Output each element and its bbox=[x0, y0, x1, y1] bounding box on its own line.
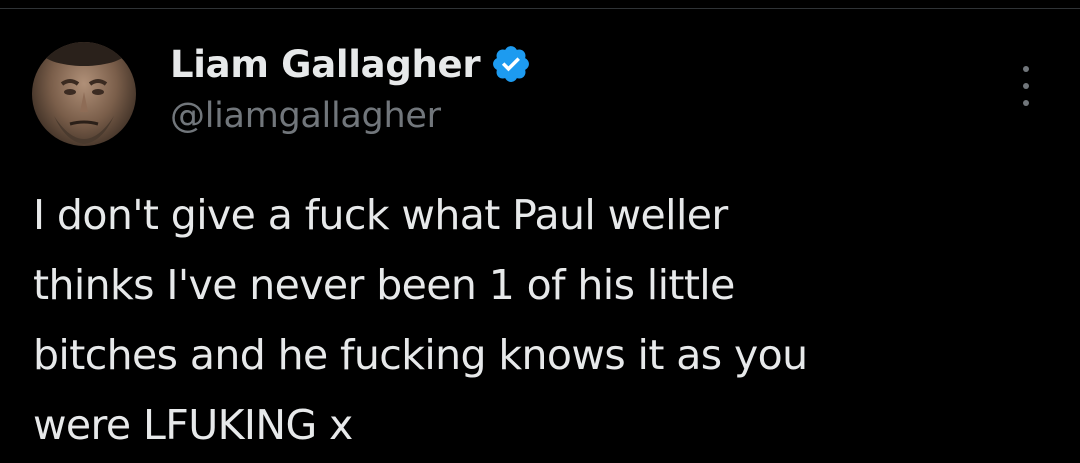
more-dot-icon bbox=[1023, 83, 1029, 89]
more-options-button[interactable] bbox=[1012, 66, 1040, 106]
tweet-text-line: I don't give a fuck what Paul weller bbox=[33, 191, 728, 239]
top-divider bbox=[0, 0, 1080, 9]
more-dot-icon bbox=[1023, 66, 1029, 72]
author-display-name[interactable]: Liam Gallagher bbox=[170, 43, 481, 86]
tweet-text: I don't give a fuck what Paul weller thi… bbox=[33, 180, 1043, 460]
author-handle[interactable]: @liamgallagher bbox=[170, 96, 532, 136]
tweet-text-line: were LFUKING x bbox=[33, 401, 353, 449]
tweet-text-line: thinks I've never been 1 of his little bbox=[33, 261, 735, 309]
tweet[interactable]: Liam Gallagher @liamgallagher I don't gi… bbox=[0, 10, 1080, 463]
name-row: Liam Gallagher bbox=[170, 38, 532, 90]
tweet-text-line: bitches and he fucking knows it as you bbox=[33, 331, 808, 379]
avatar[interactable] bbox=[32, 42, 136, 146]
author-block: Liam Gallagher @liamgallagher bbox=[170, 38, 532, 136]
more-dot-icon bbox=[1023, 100, 1029, 106]
verified-badge-icon[interactable] bbox=[490, 43, 532, 85]
